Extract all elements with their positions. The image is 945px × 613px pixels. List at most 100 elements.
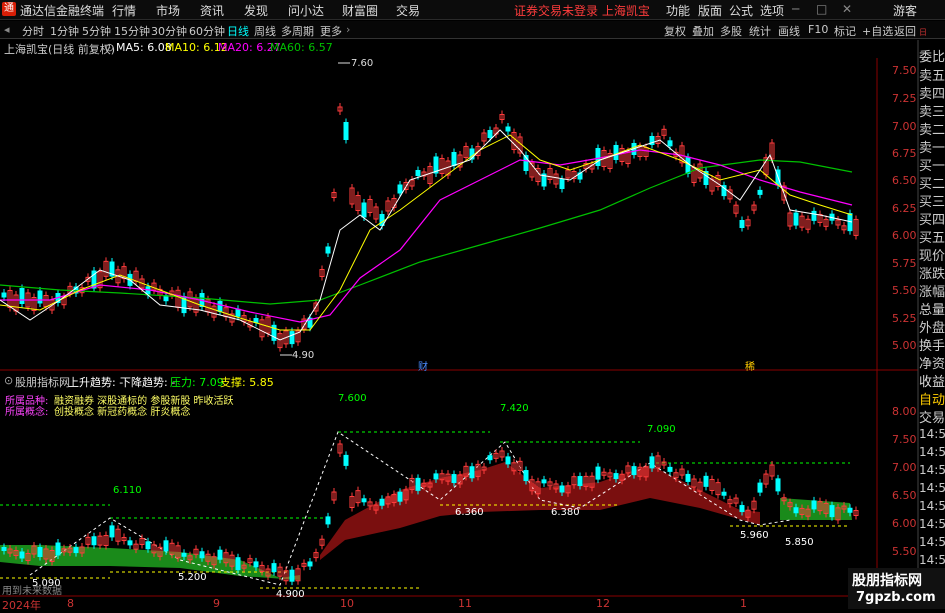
chevron-left-icon[interactable]: ◂: [4, 23, 10, 36]
x-month: 8: [67, 597, 74, 610]
candle-body: [235, 308, 241, 317]
k-tick: 6.25: [892, 202, 917, 215]
candle-body: [397, 491, 403, 502]
settings-icon[interactable]: ⊙: [105, 41, 114, 54]
tab-15min[interactable]: 15分钟: [114, 23, 150, 39]
quote-item[interactable]: 净资: [919, 353, 945, 372]
finance-tag[interactable]: 财: [418, 358, 428, 373]
tool-biaoji[interactable]: 标记: [834, 23, 856, 39]
tool-diejia[interactable]: 叠加: [692, 23, 714, 39]
menu-item-jiaoyi[interactable]: 交易: [396, 2, 420, 19]
menu-item-xuanxiang[interactable]: 选项: [760, 2, 784, 19]
quote-item[interactable]: 卖三: [919, 101, 945, 120]
quote-item[interactable]: 卖五: [919, 65, 945, 84]
quote-item[interactable]: 买三: [919, 191, 945, 210]
quote-item[interactable]: 收益: [919, 371, 945, 390]
login-notice[interactable]: 证券交易未登录 上海凯宝: [514, 2, 650, 19]
candle-body: [631, 466, 637, 476]
stock-title[interactable]: 上海凯宝(日线 前复权): [4, 41, 115, 57]
candle-body: [235, 557, 241, 571]
menu-item-hangqing[interactable]: 行情: [112, 2, 136, 19]
i-tick: 7.00: [892, 461, 917, 474]
quote-item[interactable]: 卖四: [919, 83, 945, 102]
candle-body: [325, 516, 331, 525]
minimize-icon[interactable]: ─: [792, 2, 799, 16]
quote-item[interactable]: 委比: [919, 46, 945, 65]
candle-body: [469, 466, 475, 479]
close-icon[interactable]: ✕: [842, 2, 852, 16]
quote-item[interactable]: 买四: [919, 209, 945, 228]
tab-60min[interactable]: 60分钟: [189, 23, 225, 39]
candle-body: [505, 456, 511, 465]
rare-tag[interactable]: 稀: [745, 358, 755, 373]
menu-item-faxian[interactable]: 发现: [244, 2, 268, 19]
tick-time: 14:56: [919, 499, 945, 513]
watermark-line2: 7gpzb.com: [856, 590, 936, 605]
tab-daily[interactable]: 日线: [227, 23, 249, 39]
user-label[interactable]: 游客: [893, 2, 917, 19]
level-label: 7.090: [647, 424, 676, 435]
tab-more[interactable]: 更多: [320, 23, 342, 39]
trade-label[interactable]: 交易: [919, 407, 945, 426]
menu-item-wenxiaoda[interactable]: 问小达: [288, 2, 324, 19]
candle-body: [397, 184, 403, 194]
level-label: 6.380: [551, 507, 580, 518]
menu-item-banmian[interactable]: 版面: [698, 2, 722, 19]
tool-f10[interactable]: F10: [808, 23, 828, 36]
menu-item-shichang[interactable]: 市场: [156, 2, 180, 19]
quote-item[interactable]: 现价: [919, 245, 945, 264]
candle-body: [19, 288, 25, 304]
candle-body: [811, 210, 817, 221]
i-tick: 8.00: [892, 405, 917, 418]
candle-body: [271, 563, 277, 573]
quote-item[interactable]: 买二: [919, 173, 945, 192]
auto-label[interactable]: 自动: [919, 389, 945, 408]
menu-item-gongneng[interactable]: 功能: [666, 2, 690, 19]
menu-item-gongshi[interactable]: 公式: [729, 2, 753, 19]
candle-body: [1, 547, 7, 551]
tab-multi-period[interactable]: 多周期: [281, 23, 314, 39]
candle-body: [667, 466, 673, 472]
tab-fenshi[interactable]: 分时: [22, 23, 44, 39]
candle-body: [145, 541, 151, 550]
candle-body: [361, 498, 367, 503]
quote-item[interactable]: 涨幅: [919, 281, 945, 300]
tab-5min[interactable]: 5分钟: [82, 23, 111, 39]
tab-30min[interactable]: 30分钟: [151, 23, 187, 39]
candle-body: [487, 455, 493, 461]
quote-item[interactable]: 买一: [919, 155, 945, 174]
tool-duogu[interactable]: 多股: [720, 23, 742, 39]
tool-huaxian[interactable]: 画线: [778, 23, 800, 39]
k-tick: 6.75: [892, 147, 917, 160]
candle-body: [37, 547, 43, 557]
quote-item[interactable]: 卖二: [919, 119, 945, 138]
maximize-icon[interactable]: □: [816, 2, 827, 16]
quote-item[interactable]: 卖一: [919, 137, 945, 156]
k-tick: 7.00: [892, 120, 917, 133]
back-button[interactable]: 返回: [894, 23, 916, 39]
settings-icon[interactable]: ⊙: [4, 374, 13, 387]
quote-item[interactable]: 外盘: [919, 317, 945, 336]
menu-item-caifuquan[interactable]: 财富圈: [342, 2, 378, 19]
indicator-title[interactable]: 股朋指标网: [15, 374, 70, 390]
x-month: 12: [596, 597, 610, 610]
period-tab-bar: ◂ 分时 1分钟 5分钟 15分钟 30分钟 60分钟 日线 周线 多周期 更多…: [0, 21, 945, 39]
tab-weekly[interactable]: 周线: [254, 23, 276, 39]
chevron-down-icon[interactable]: ›: [346, 23, 350, 36]
down-trend-label: 下降趋势: -: [120, 376, 176, 389]
tick-time: 14:56: [919, 463, 945, 477]
tab-1min[interactable]: 1分钟: [50, 23, 79, 39]
quote-item[interactable]: 买五: [919, 227, 945, 246]
ma5-line: [0, 129, 853, 341]
k-tick: 6.50: [892, 174, 917, 187]
add-watchlist-button[interactable]: +自选: [862, 23, 893, 39]
level-label: 5.200: [178, 572, 207, 583]
quote-item[interactable]: 涨跌: [919, 263, 945, 282]
quote-item[interactable]: 总量: [919, 299, 945, 318]
candle-body: [361, 202, 367, 218]
quote-item[interactable]: 换手: [919, 335, 945, 354]
ma60-label: MA60: 6.57: [270, 41, 333, 54]
tool-fuquan[interactable]: 复权: [664, 23, 686, 39]
tool-tongji[interactable]: 统计: [749, 23, 771, 39]
menu-item-zixun[interactable]: 资讯: [200, 2, 224, 19]
